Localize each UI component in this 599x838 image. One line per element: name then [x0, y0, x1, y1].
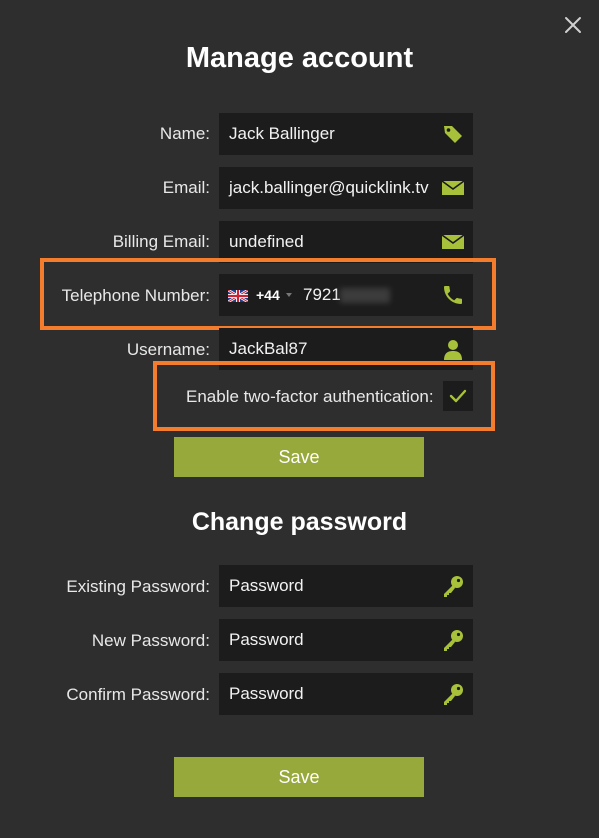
- phone-icon: [441, 283, 465, 307]
- change-password-title: Change password: [191, 508, 408, 536]
- country-code[interactable]: +44: [256, 286, 280, 304]
- email-value: jack.ballinger@quicklink.tv: [229, 178, 429, 197]
- new-password-placeholder: Password: [229, 630, 304, 649]
- dialog-title: Manage account: [185, 42, 414, 74]
- two-factor-label: Enable two-factor authentication:: [186, 387, 434, 406]
- checkmark-icon: [449, 389, 467, 403]
- envelope-icon: [441, 176, 465, 200]
- billing-email-label: Billing Email:: [112, 232, 210, 251]
- confirm-password-placeholder: Password: [229, 684, 304, 703]
- username-field[interactable]: JackBal87: [219, 328, 473, 370]
- save-password-button[interactable]: Save: [174, 757, 424, 797]
- billing-email-field[interactable]: undefined: [219, 221, 473, 263]
- username-value: JackBal87: [229, 339, 308, 358]
- key-icon: [441, 628, 465, 652]
- envelope-icon: [441, 230, 465, 254]
- key-icon: [441, 574, 465, 598]
- email-label: Email:: [162, 178, 210, 197]
- key-icon: [441, 682, 465, 706]
- telephone-field[interactable]: +44 7921: [219, 274, 473, 316]
- redacted-digits: [340, 288, 390, 303]
- confirm-password-field[interactable]: Password: [219, 673, 473, 715]
- close-icon[interactable]: [562, 14, 584, 36]
- tag-icon: [441, 122, 465, 146]
- new-password-label: New Password:: [91, 631, 210, 650]
- two-factor-checkbox[interactable]: [443, 381, 473, 411]
- chevron-down-icon[interactable]: [286, 293, 292, 297]
- name-label: Name:: [159, 124, 210, 143]
- uk-flag-icon[interactable]: [227, 288, 249, 304]
- existing-password-label: Existing Password:: [66, 577, 210, 596]
- user-icon: [441, 337, 465, 361]
- telephone-label: Telephone Number:: [61, 286, 210, 305]
- existing-password-placeholder: Password: [229, 576, 304, 595]
- billing-email-value: undefined: [229, 232, 304, 251]
- telephone-value: 7921: [303, 285, 341, 304]
- name-field[interactable]: Jack Ballinger: [219, 113, 473, 155]
- confirm-password-label: Confirm Password:: [66, 685, 210, 704]
- new-password-field[interactable]: Password: [219, 619, 473, 661]
- email-field[interactable]: jack.ballinger@quicklink.tv: [219, 167, 473, 209]
- save-account-button[interactable]: Save: [174, 437, 424, 477]
- name-value: Jack Ballinger: [229, 124, 335, 143]
- username-label: Username:: [126, 340, 210, 359]
- existing-password-field[interactable]: Password: [219, 565, 473, 607]
